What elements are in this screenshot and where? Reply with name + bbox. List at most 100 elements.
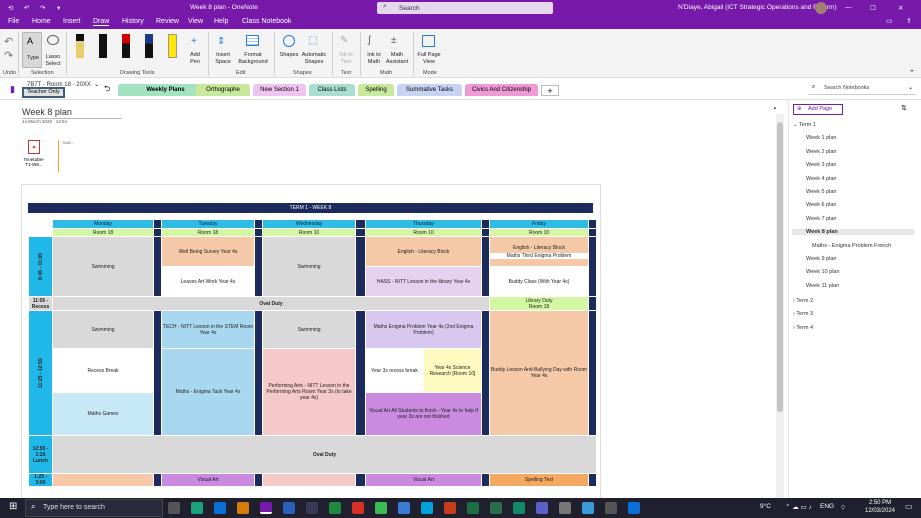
math-assistant-button[interactable]: ± Math Assistant: [385, 32, 409, 68]
whiteboard-icon[interactable]: ▭: [886, 17, 893, 25]
cell-thu-3a[interactable]: Year 3s recess break: [365, 348, 424, 393]
page-scrollbar[interactable]: [776, 114, 784, 498]
language-indicator[interactable]: ENG: [820, 503, 834, 510]
word-icon[interactable]: [283, 502, 295, 514]
teacher-only-section[interactable]: Teacher Only: [22, 87, 65, 98]
tray-icons[interactable]: ⌃ ☁ ▭ ♪: [785, 503, 812, 511]
add-section-button[interactable]: +: [541, 85, 559, 96]
back-nav-icon[interactable]: ⮌: [104, 83, 110, 97]
cell-thu-5[interactable]: Visual Art: [365, 473, 482, 487]
menu-help[interactable]: Help: [214, 18, 228, 25]
cell-thu-4[interactable]: Visual Art All Students to finish - Year…: [365, 392, 482, 436]
page-title[interactable]: Week 8 plan: [22, 107, 72, 117]
app-icon-10[interactable]: [398, 502, 410, 514]
taskbar-search-input[interactable]: ⌕ Type here to search: [25, 499, 163, 517]
task-view-icon[interactable]: [168, 502, 180, 514]
edge-icon[interactable]: [191, 502, 203, 514]
network-icon[interactable]: ⌔: [840, 503, 846, 512]
close-icon[interactable]: ✕: [898, 4, 903, 12]
section-group-item[interactable]: › Term 2: [793, 298, 813, 304]
section-group-item[interactable]: ⌄ Term 1: [793, 122, 816, 128]
outlook-icon[interactable]: [237, 502, 249, 514]
cell-wed-2[interactable]: Swimming: [262, 310, 356, 349]
ink-to-math-button[interactable]: ∫ Ink to Math: [363, 32, 385, 68]
cell-tue-5[interactable]: Visual Art: [161, 473, 255, 487]
cell-fri-1b[interactable]: Maths Third Enigma Problem: [490, 252, 588, 259]
chrome-icon[interactable]: [375, 502, 387, 514]
tab-civics-citizenship[interactable]: Civics And Citizenship: [465, 84, 538, 96]
expand-icon[interactable]: ⤢: [774, 102, 776, 112]
tab-orthographe[interactable]: Orthographe: [196, 84, 250, 96]
excel-icon[interactable]: [467, 502, 479, 514]
cell-mon-4[interactable]: Maths Games: [52, 392, 154, 436]
explorer-icon[interactable]: [214, 502, 226, 514]
section-group-item[interactable]: › Term 4: [793, 325, 813, 331]
page-list-item[interactable]: Week 7 plan: [806, 216, 836, 222]
cell-thu-2[interactable]: Maths Enigma Problem Year 4s (2nd Enigma…: [365, 310, 482, 349]
app-icon-7[interactable]: [329, 502, 341, 514]
search-dropdown-icon[interactable]: ⌄: [908, 84, 913, 91]
cell-fri-1c[interactable]: Buddy Class (With Year 4s): [489, 266, 589, 297]
page-list-item[interactable]: Week 9 plan: [806, 256, 836, 262]
page-canvas[interactable]: Week 8 plan 14 March 2020 13:54 ▲ Timeta…: [0, 100, 776, 498]
format-background-button[interactable]: Format Background: [236, 32, 270, 68]
page-list-item[interactable]: Week 2 plan: [806, 149, 836, 155]
cell-wed-3[interactable]: Performing Arts - NITT Lesson in the Per…: [262, 348, 356, 436]
shapes-button[interactable]: Shapes: [278, 32, 300, 68]
tab-summative-tasks[interactable]: Summative Tasks: [397, 84, 462, 96]
app-icon-15[interactable]: [513, 502, 525, 514]
type-button[interactable]: A Type: [22, 32, 42, 68]
menu-draw[interactable]: Draw: [93, 18, 110, 26]
undo-icon[interactable]: ↶: [24, 4, 29, 12]
customize-icon[interactable]: ▾: [57, 4, 60, 12]
page-list-item[interactable]: Maths - Enigma Problem French: [812, 243, 891, 249]
app-icon-8[interactable]: [352, 502, 364, 514]
menu-review[interactable]: Review: [156, 18, 179, 25]
menu-history[interactable]: History: [122, 18, 144, 25]
cell-mon-5[interactable]: [52, 473, 154, 487]
share-icon[interactable]: ⇪: [906, 17, 912, 25]
cell-thu-3b[interactable]: Year 4s Science Research [Room 10]: [423, 348, 482, 393]
automatic-shapes-button[interactable]: ⬚ Automatic Shapes: [300, 32, 328, 68]
menu-insert[interactable]: Insert: [63, 18, 81, 25]
cell-thu-1b[interactable]: HASS - NITT Lesson in the library Year 4…: [365, 266, 482, 297]
section-group-item[interactable]: › Term 3: [793, 311, 813, 317]
app-icon-20[interactable]: [628, 502, 640, 514]
collapse-ribbon-icon[interactable]: ⌃: [909, 69, 915, 77]
cell-tue-1a[interactable]: Well Being Survey Year 4s: [161, 236, 255, 267]
notebook-dropdown-icon[interactable]: ⌄: [94, 81, 99, 88]
back-icon[interactable]: ⟲: [8, 4, 13, 12]
tab-new-section-1[interactable]: New Section 1: [253, 84, 306, 96]
sort-pages-icon[interactable]: ⇅: [901, 104, 907, 112]
cell-fri-5[interactable]: Spelling Test: [489, 473, 589, 487]
lasso-select-button[interactable]: Lasso Select: [44, 32, 62, 68]
insert-space-button[interactable]: ⇕ Insert Space: [211, 32, 235, 68]
full-page-view-button[interactable]: Full Page View: [417, 32, 441, 68]
cell-tue-2[interactable]: TECH - NITT Lesson in the STEM Room Year…: [161, 310, 255, 349]
windows-start-icon[interactable]: ⊞: [9, 501, 17, 512]
app-icon-17[interactable]: [559, 502, 571, 514]
cell-mon-3[interactable]: Recess Break: [52, 348, 154, 393]
cell-mon-2[interactable]: Swimming: [52, 310, 154, 349]
notifications-icon[interactable]: ▭: [905, 502, 913, 511]
cell-oval-duty[interactable]: Oval Duty: [52, 296, 490, 311]
scrollbar-thumb[interactable]: [777, 122, 783, 412]
redo-button[interactable]: ↷: [4, 49, 13, 62]
app-icon-19[interactable]: [605, 502, 617, 514]
page-list-item[interactable]: Week 3 plan: [806, 162, 836, 168]
cell-tue-3[interactable]: Maths - Enigma Task Year 4s: [161, 348, 255, 436]
add-pen-button[interactable]: + Add Pen: [186, 32, 204, 68]
search-notebooks-input[interactable]: ⌕ Search Notebooks ⌄: [808, 83, 916, 95]
weather-temp[interactable]: 9°C: [760, 503, 771, 510]
cell-tue-1b[interactable]: Leaves Art Work Year 4s: [161, 266, 255, 297]
teams-icon[interactable]: [536, 502, 548, 514]
page-list-item[interactable]: Week 4 plan: [806, 176, 836, 182]
photoshop-icon[interactable]: [421, 502, 433, 514]
cell-fri-2[interactable]: Buddy Lesson Anti-Bullying Day with Room…: [489, 310, 589, 436]
add-page-button[interactable]: ⊕ Add Page: [793, 104, 843, 115]
ink-to-text-button[interactable]: ✎ Ink to Text: [335, 32, 357, 68]
redo-icon[interactable]: ↷: [40, 4, 45, 12]
tab-spelling[interactable]: Spelling: [358, 84, 394, 96]
cell-fri-library[interactable]: Library Duty Room 18: [489, 296, 589, 311]
menu-home[interactable]: Home: [32, 18, 51, 25]
